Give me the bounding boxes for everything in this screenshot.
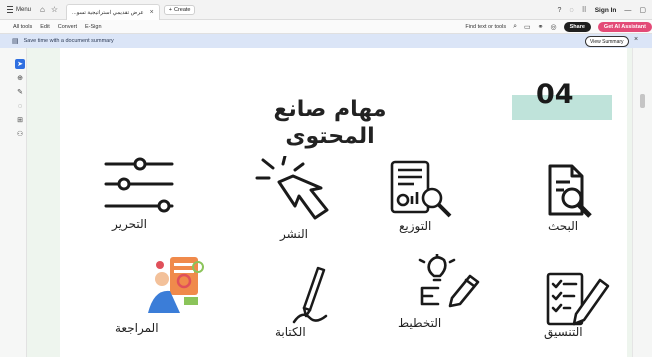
create-label: Create (173, 6, 191, 13)
sliders-icon (104, 157, 174, 213)
summary-banner: ▤ Save time with a document summary View… (0, 34, 652, 48)
apps-grid-icon[interactable]: ⠿ (582, 6, 587, 14)
document-view: 04 مهام صانع المحتوى التحرير النشر التوز… (27, 48, 632, 357)
app-toolbar: All tools Edit Convert E-Sign Find text … (0, 20, 652, 34)
find-text-button[interactable]: Find text or tools (465, 24, 506, 30)
banner-text: Save time with a document summary (23, 38, 114, 44)
text-select-icon[interactable]: ⊞ (15, 115, 25, 125)
reviewer-illustration-icon (148, 257, 204, 313)
title-line-2: المحتوى (285, 124, 375, 149)
menu-label: Menu (16, 6, 32, 13)
pen-icon[interactable]: ✎ (15, 87, 25, 97)
menu-convert[interactable]: Convert (58, 24, 77, 30)
plus-icon: + (168, 6, 172, 13)
menu-esign[interactable]: E-Sign (85, 24, 102, 30)
task-label-planning: التخطيط (398, 316, 442, 330)
task-label-research: البحث (548, 219, 579, 233)
menu-button[interactable]: Menu (7, 6, 31, 13)
task-label-review: المراجعة (115, 321, 159, 335)
print-icon[interactable]: ▭ (524, 23, 531, 31)
link-icon[interactable]: ⚭ (538, 23, 544, 31)
left-tool-rail: ➤ ⊕ ✎ ◌ ⊞ ⚇ (0, 48, 27, 357)
hamburger-icon (7, 6, 13, 13)
pen-writing-icon (292, 266, 328, 324)
create-button[interactable]: + Create (163, 4, 196, 15)
globe-icon[interactable]: ◎ (551, 23, 557, 31)
summary-icon: ▤ (12, 38, 19, 45)
task-label-writing: الكتابة (275, 325, 306, 339)
idea-planning-icon (418, 254, 480, 308)
slide-page: 04 مهام صانع المحتوى التحرير النشر التوز… (60, 48, 627, 357)
help-icon[interactable]: ? (557, 7, 561, 14)
view-summary-button[interactable]: View Summary (585, 36, 629, 47)
star-icon[interactable]: ☆ (51, 5, 58, 14)
home-icon[interactable]: ⌂ (40, 5, 45, 14)
tab-title: عرض تقديمي استراتيجية تسو... (72, 9, 144, 16)
document-search-icon (548, 164, 592, 218)
select-cursor-icon[interactable]: ➤ (15, 59, 25, 69)
search-icon[interactable]: ⌕ (513, 23, 517, 31)
sign-in-button[interactable]: Sign In (595, 7, 617, 14)
touch-tap-icon (255, 156, 329, 220)
maximize-icon[interactable]: ▢ (639, 6, 646, 14)
scrollbar-thumb[interactable] (640, 94, 645, 108)
minimize-icon[interactable]: — (624, 7, 631, 14)
checklist-icon (546, 272, 610, 326)
share-button[interactable]: Share (563, 22, 591, 32)
document-tab[interactable]: عرض تقديمي استراتيجية تسو... × (66, 4, 160, 20)
tab-close-icon[interactable]: × (150, 9, 154, 16)
task-label-editing: التحرير (112, 217, 147, 231)
report-search-icon (390, 160, 452, 218)
ai-assistant-button[interactable]: Get AI Assistant (597, 22, 652, 32)
right-rail (632, 48, 652, 357)
slide-number: 04 (536, 79, 574, 110)
bell-icon[interactable]: ◌ (569, 7, 573, 14)
browser-tab-bar: Menu ⌂ ☆ عرض تقديمي استراتيجية تسو... × … (0, 0, 652, 20)
stamp-icon[interactable]: ⚇ (15, 129, 25, 139)
zoom-icon[interactable]: ⊕ (15, 73, 25, 83)
title-line-1: مهام صانع (273, 97, 387, 122)
task-label-distribution: التوزيع (399, 219, 432, 233)
menu-all-tools[interactable]: All tools (13, 24, 32, 30)
task-label-publishing: النشر (280, 227, 308, 241)
lasso-icon[interactable]: ◌ (15, 101, 25, 111)
menu-edit[interactable]: Edit (40, 24, 49, 30)
banner-close-icon[interactable]: × (634, 36, 638, 43)
task-label-coordination: التنسيق (544, 325, 583, 339)
slide-title: مهام صانع المحتوى (250, 96, 410, 150)
